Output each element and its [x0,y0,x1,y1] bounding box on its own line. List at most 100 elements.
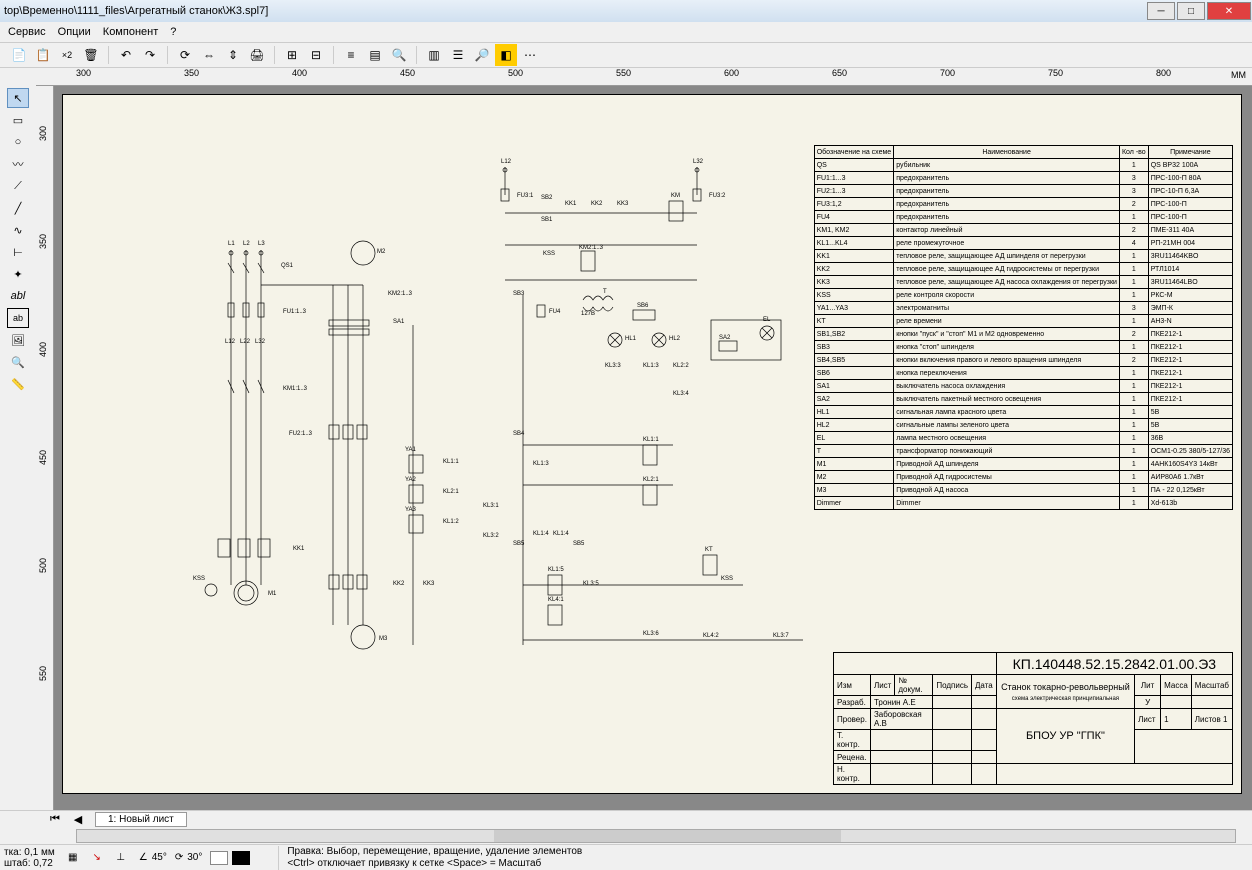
color2-icon[interactable] [232,851,250,865]
magnify-tool-icon[interactable]: 🔍 [7,352,29,372]
svg-text:KL4:2: KL4:2 [703,633,719,639]
color1-icon[interactable] [210,851,228,865]
table-row: Tтрансформатор понижающий1ОСМ1-0.25 380/… [814,445,1232,458]
measure-tool-icon[interactable]: 📏 [7,374,29,394]
svg-text:L22: L22 [240,339,251,345]
point-tool-icon[interactable]: ✦ [7,264,29,284]
th-note: Примечание [1148,146,1232,159]
layers-icon[interactable]: ☰ [447,44,469,66]
props-icon[interactable]: ▥ [423,44,445,66]
status-scale: штаб: 0,72 [4,858,55,869]
table-row: SB6кнопка переключения1ПКЕ212-1 [814,367,1232,380]
svg-text:HL2: HL2 [669,336,681,342]
svg-text:L1: L1 [228,241,235,247]
zoom-icon[interactable]: 🔎 [471,44,493,66]
undo-icon[interactable]: ↶ [115,44,137,66]
th-name: Наименование [894,146,1120,159]
search-icon[interactable]: 🔍 [388,44,410,66]
more-icon[interactable]: ⋯ [519,44,541,66]
status-angle: 45° [152,852,167,863]
svg-text:KL3:2: KL3:2 [483,533,499,539]
pointer-tool-icon[interactable]: ↖ [7,88,29,108]
highlight-icon[interactable]: ◧ [495,44,517,66]
svg-text:KL3:3: KL3:3 [605,363,621,369]
table-row: FU2:1...3предохранитель3ПРС-10-П 6,3А [814,185,1232,198]
svg-text:L32: L32 [693,159,704,165]
label-tool-icon[interactable]: ab [7,308,29,328]
svg-text:SA2: SA2 [719,335,731,341]
table-row: KSSреле контроля скорости1РКС-М [814,289,1232,302]
ungroup-icon[interactable]: ⊟ [305,44,327,66]
tab-first-icon[interactable]: ⏮ [44,810,66,830]
curve-tool-icon[interactable]: ∿ [7,220,29,240]
table-row: KK3тепловое реле, защищающее АД насоса о… [814,276,1232,289]
svg-text:L12: L12 [501,159,512,165]
axis-icon[interactable]: ⊥ [111,849,131,867]
table-row: SA2выключатель пакетный местного освещен… [814,393,1232,406]
status-grid: тка: 0,1 мм [4,847,55,858]
table-row: SB3кнопка "стоп" шпинделя1ПКЕ212-1 [814,341,1232,354]
hint-line2: <Ctrl> отключает привязку к сетке <Space… [287,858,582,870]
side-toolbar: ↖ ▭ ○ 〰 ⟋ ╱ ∿ ⊢ ✦ abl ab 🖼 🔍 📏 [0,86,36,810]
svg-text:KL3:4: KL3:4 [673,391,689,397]
image-tool-icon[interactable]: 🖼 [7,330,29,350]
svg-text:KSS: KSS [721,576,733,582]
group-icon[interactable]: ⊞ [281,44,303,66]
x2-icon[interactable]: ×2 [56,44,78,66]
svg-text:KL1:3: KL1:3 [643,363,659,369]
menu-component[interactable]: Компонент [103,26,158,38]
table-row: M3Приводной АД насоса1ПА - 22 0,125кВт [814,484,1232,497]
svg-text:KM2:1..3: KM2:1..3 [579,245,604,251]
svg-text:SB3: SB3 [513,291,525,297]
hint-line1: Правка: Выбор, перемещение, вращение, уд… [287,846,582,858]
canvas-area[interactable]: L1 L2 L3 QS1 FU1:1..3 L12L22L32 KM1:1..3 [54,86,1252,810]
table-row: M2Приводной АД гидросистемы1АИР80А6 1.7к… [814,471,1232,484]
svg-text:FU3:2: FU3:2 [709,193,726,199]
mirror-h-icon[interactable]: ⇔ [198,44,220,66]
svg-text:YA3: YA3 [405,507,417,513]
svg-text:SA1: SA1 [393,319,405,325]
grid-toggle-icon[interactable]: ▦ [63,849,83,867]
polyline-tool-icon[interactable]: ⟋ [7,176,29,196]
paste-icon[interactable]: 📋 [32,44,54,66]
close-button[interactable]: ✕ [1207,2,1251,20]
svg-text:127В: 127В [581,311,595,317]
zigzag-tool-icon[interactable]: 〰 [7,154,29,174]
svg-text:KL2:1: KL2:1 [443,489,459,495]
snap-icon[interactable]: ↘ [87,849,107,867]
line-tool-icon[interactable]: ╱ [7,198,29,218]
table-row: YA1...YA3электромагниты3ЭМП-К [814,302,1232,315]
table-row: HL2сигнальные лампы зеленого цвета15В [814,419,1232,432]
svg-text:KL3:7: KL3:7 [773,633,789,639]
minimize-button[interactable]: ─ [1147,2,1175,20]
drawing-sheet[interactable]: L1 L2 L3 QS1 FU1:1..3 L12L22L32 KM1:1..3 [62,94,1242,794]
node-tool-icon[interactable]: ⊢ [7,242,29,262]
menu-options[interactable]: Опции [58,26,91,38]
tab-prev-icon[interactable]: ◀ [67,810,89,830]
delete-icon[interactable]: 🗑 [80,44,102,66]
menu-help[interactable]: ? [170,26,176,38]
rect-tool-icon[interactable]: ▭ [7,110,29,130]
maximize-button[interactable]: □ [1177,2,1205,20]
rotate-icon[interactable]: ⟳ [174,44,196,66]
redo-icon[interactable]: ↷ [139,44,161,66]
list-icon[interactable]: ▤ [364,44,386,66]
svg-text:KL1:3: KL1:3 [533,461,549,467]
drawing-number: КП.140448.52.15.2842.01.00.Э3 [996,653,1232,675]
mirror-v-icon[interactable]: ⇕ [222,44,244,66]
menu-service[interactable]: Сервис [8,26,46,38]
svg-text:SB1: SB1 [541,217,553,223]
svg-text:KL3:1: KL3:1 [483,503,499,509]
org-name: БПОУ УР "ГПК" [996,709,1134,764]
text-tool-icon[interactable]: abl [7,286,29,306]
copy-icon[interactable]: 📄 [8,44,30,66]
table-row: FU3:1,2предохранитель2ПРС-100-П [814,198,1232,211]
sheet-tab[interactable]: 1: Новый лист [95,812,187,827]
print-icon[interactable]: 🖨 [246,44,268,66]
align-icon[interactable]: ≡ [340,44,362,66]
toolbar: 📄 📋 ×2 🗑 ↶ ↷ ⟳ ⇔ ⇕ 🖨 ⊞ ⊟ ≡ ▤ 🔍 ▥ ☰ 🔎 ◧ ⋯ [0,42,1252,68]
table-row: ELлампа местного освещения136В [814,432,1232,445]
horizontal-scrollbar[interactable] [0,828,1252,844]
circle-tool-icon[interactable]: ○ [7,132,29,152]
svg-text:KM: KM [671,193,680,199]
